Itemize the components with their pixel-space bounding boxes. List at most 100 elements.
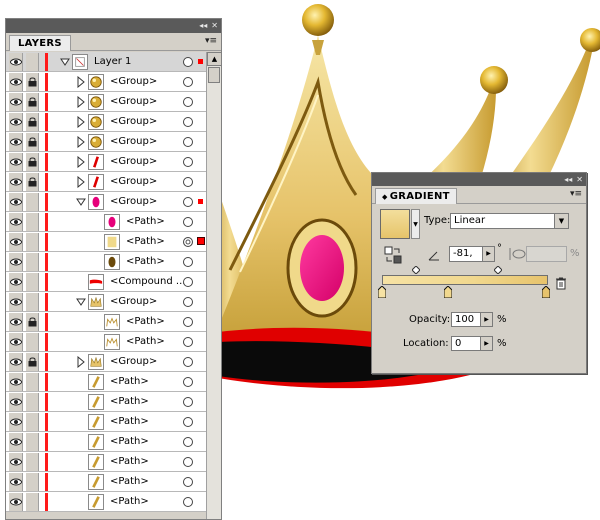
expand-arrow-icon[interactable]: [76, 136, 86, 148]
collapse-arrow-icon[interactable]: [60, 56, 70, 68]
expand-arrow-icon[interactable]: [76, 76, 86, 88]
visibility-eye-icon[interactable]: [9, 93, 23, 111]
target-circle-icon[interactable]: [183, 317, 193, 327]
target-circle-icon[interactable]: [183, 357, 193, 367]
layer-row[interactable]: <Group>: [6, 72, 206, 92]
lock-toggle[interactable]: [26, 213, 39, 231]
scroll-up-arrow-icon[interactable]: ▲: [207, 52, 221, 66]
visibility-eye-icon[interactable]: [9, 153, 23, 171]
lock-toggle[interactable]: [26, 453, 39, 471]
lock-toggle[interactable]: [26, 233, 39, 251]
collapse-panel-button[interactable]: ◂◂: [199, 21, 207, 31]
expand-arrow-icon[interactable]: [76, 156, 86, 168]
layer-row[interactable]: <Path>: [6, 492, 206, 512]
lock-icon[interactable]: [26, 153, 39, 171]
visibility-eye-icon[interactable]: [9, 113, 23, 131]
gradient-slider[interactable]: [382, 275, 548, 285]
layer-row[interactable]: <Group>: [6, 292, 206, 312]
layer-row[interactable]: Layer 1: [6, 52, 206, 72]
layer-row[interactable]: <Compound ...: [6, 272, 206, 292]
target-circle-icon[interactable]: [183, 97, 193, 107]
visibility-eye-icon[interactable]: [9, 473, 23, 491]
target-circle-icon[interactable]: [183, 257, 193, 267]
layer-row[interactable]: <Group>: [6, 132, 206, 152]
layer-row[interactable]: <Group>: [6, 112, 206, 132]
gradient-type-select[interactable]: Linear ▼: [450, 213, 569, 229]
expand-arrow-icon[interactable]: [76, 176, 86, 188]
show-options-icon[interactable]: ◆: [382, 193, 388, 201]
visibility-eye-icon[interactable]: [9, 253, 23, 271]
close-panel-button[interactable]: ✕: [576, 175, 583, 185]
scroll-thumb[interactable]: [208, 67, 220, 83]
visibility-eye-icon[interactable]: [9, 293, 23, 311]
target-circle-icon[interactable]: [183, 237, 193, 247]
layer-row[interactable]: <Group>: [6, 192, 206, 212]
lock-toggle[interactable]: [26, 333, 39, 351]
gradient-swatch[interactable]: [380, 209, 410, 239]
lock-icon[interactable]: [26, 93, 39, 111]
layers-panel-titlebar[interactable]: ◂◂ ✕: [6, 19, 221, 33]
target-circle-icon[interactable]: [183, 497, 193, 507]
visibility-eye-icon[interactable]: [9, 433, 23, 451]
lock-icon[interactable]: [26, 133, 39, 151]
layer-row[interactable]: <Path>: [6, 212, 206, 232]
selection-indicator[interactable]: [198, 199, 203, 204]
collapse-arrow-icon[interactable]: [76, 196, 86, 208]
panel-menu-icon[interactable]: ▾≡: [205, 37, 217, 46]
lock-toggle[interactable]: [26, 413, 39, 431]
visibility-eye-icon[interactable]: [9, 133, 23, 151]
visibility-eye-icon[interactable]: [9, 313, 23, 331]
lock-toggle[interactable]: [26, 393, 39, 411]
collapse-panel-button[interactable]: ◂◂: [564, 175, 572, 185]
target-circle-icon[interactable]: [183, 57, 193, 67]
lock-toggle[interactable]: [26, 253, 39, 271]
visibility-eye-icon[interactable]: [9, 73, 23, 91]
lock-toggle[interactable]: [26, 293, 39, 311]
color-stop-mid-icon[interactable]: [444, 286, 452, 298]
target-circle-icon[interactable]: [183, 117, 193, 127]
selection-indicator[interactable]: [198, 59, 203, 64]
target-circle-icon[interactable]: [183, 397, 193, 407]
opacity-input[interactable]: 100 ▶: [451, 312, 493, 327]
angle-stepper-icon[interactable]: ▶: [482, 247, 494, 261]
layer-row[interactable]: <Group>: [6, 352, 206, 372]
lock-icon[interactable]: [26, 73, 39, 91]
gradient-panel-titlebar[interactable]: ◂◂ ✕: [372, 173, 586, 186]
layer-row[interactable]: <Path>: [6, 232, 206, 252]
layer-row[interactable]: <Group>: [6, 92, 206, 112]
lock-toggle[interactable]: [26, 273, 39, 291]
target-circle-icon[interactable]: [183, 417, 193, 427]
visibility-eye-icon[interactable]: [9, 353, 23, 371]
location-stepper-icon[interactable]: ▶: [480, 337, 492, 350]
midpoint-diamond-icon[interactable]: [494, 266, 502, 274]
lock-icon[interactable]: [26, 113, 39, 131]
layer-row[interactable]: <Path>: [6, 412, 206, 432]
lock-icon[interactable]: [26, 173, 39, 191]
layer-row[interactable]: <Path>: [6, 452, 206, 472]
lock-toggle[interactable]: [26, 473, 39, 491]
target-circle-icon[interactable]: [183, 157, 193, 167]
midpoint-diamond-icon[interactable]: [412, 266, 420, 274]
visibility-eye-icon[interactable]: [9, 53, 23, 71]
visibility-eye-icon[interactable]: [9, 193, 23, 211]
expand-arrow-icon[interactable]: [76, 356, 86, 368]
lock-toggle[interactable]: [26, 373, 39, 391]
layer-row[interactable]: <Path>: [6, 312, 206, 332]
visibility-eye-icon[interactable]: [9, 413, 23, 431]
chevron-down-icon[interactable]: ▼: [554, 214, 568, 228]
lock-toggle[interactable]: [26, 53, 39, 71]
target-circle-icon[interactable]: [183, 77, 193, 87]
close-panel-button[interactable]: ✕: [211, 21, 218, 31]
target-circle-icon[interactable]: [183, 377, 193, 387]
lock-toggle[interactable]: [26, 493, 39, 511]
collapse-arrow-icon[interactable]: [76, 296, 86, 308]
target-circle-icon[interactable]: [183, 197, 193, 207]
color-stop-end-icon[interactable]: [542, 286, 550, 298]
target-circle-icon[interactable]: [183, 177, 193, 187]
visibility-eye-icon[interactable]: [9, 273, 23, 291]
target-circle-icon[interactable]: [183, 297, 193, 307]
target-circle-icon[interactable]: [183, 437, 193, 447]
target-circle-icon[interactable]: [183, 477, 193, 487]
visibility-eye-icon[interactable]: [9, 213, 23, 231]
target-circle-icon[interactable]: [183, 337, 193, 347]
